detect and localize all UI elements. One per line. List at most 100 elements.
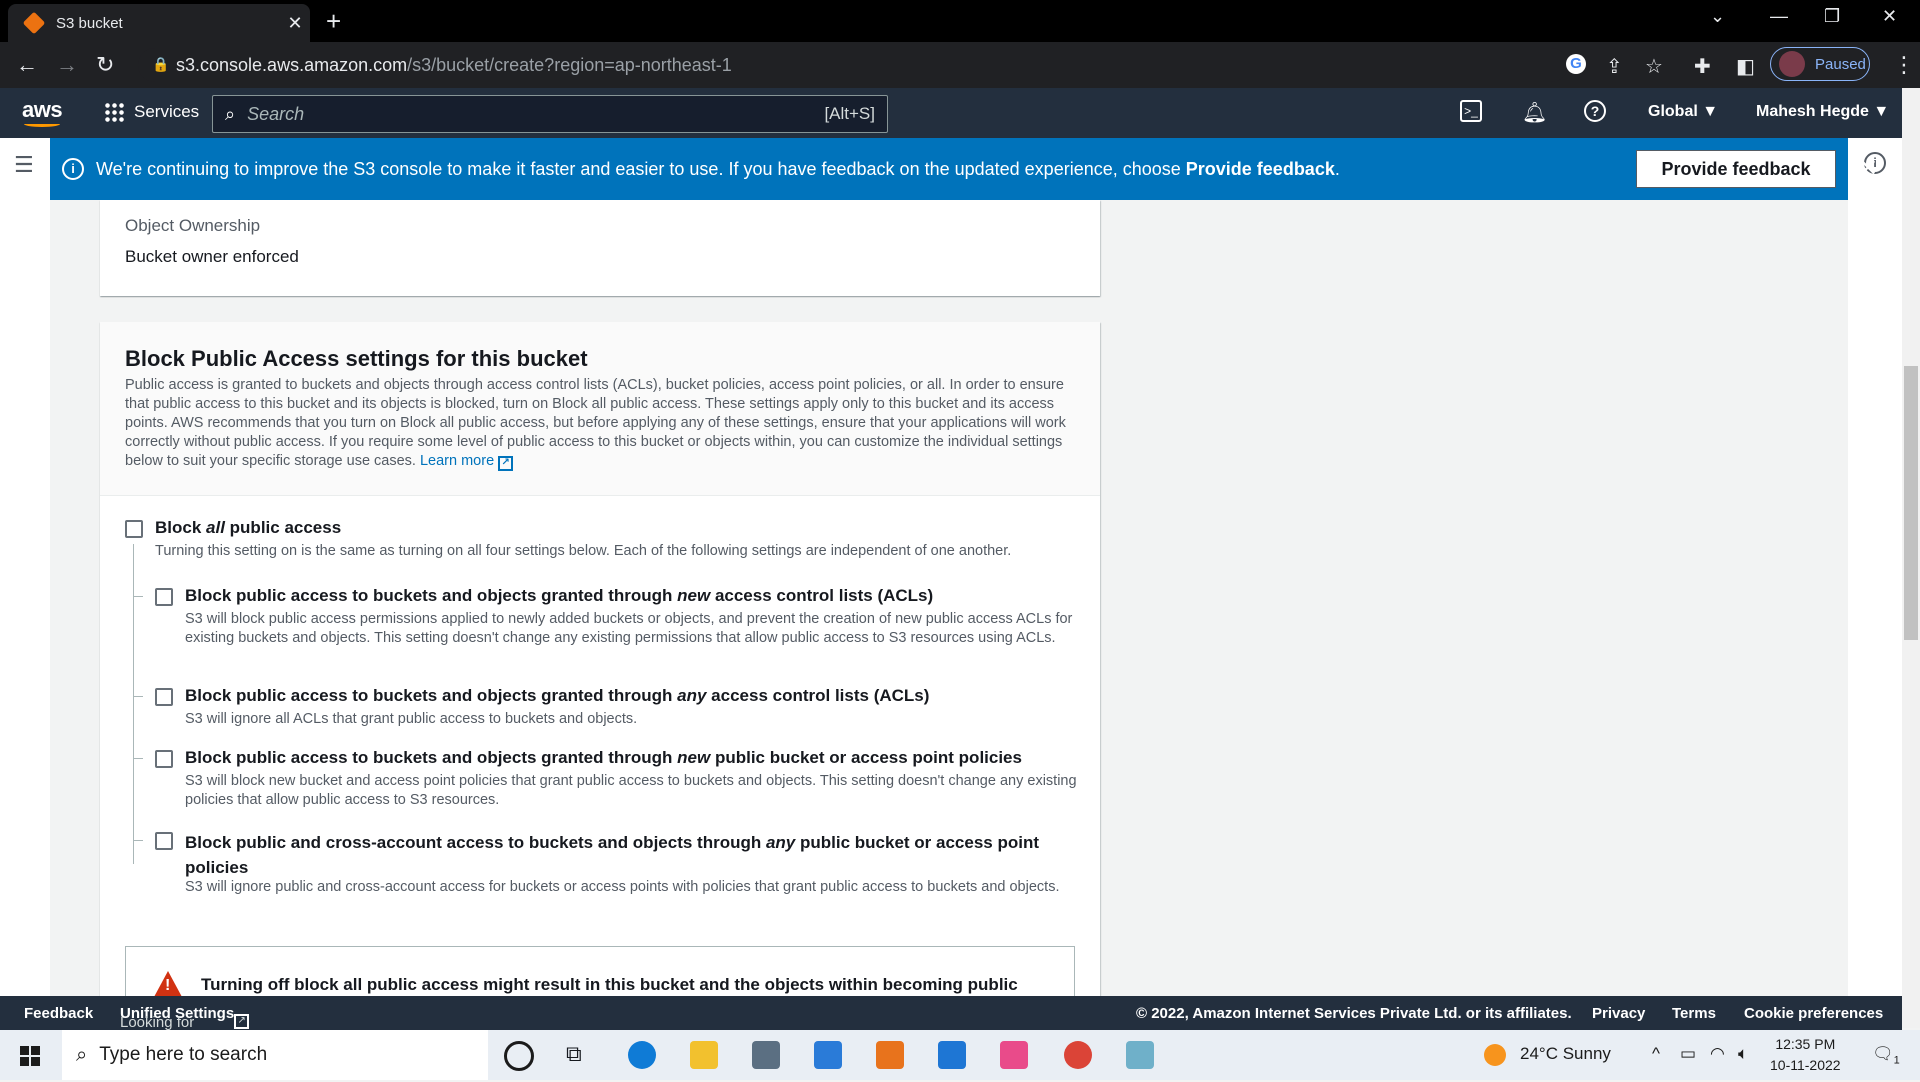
tab-search-chevron-icon[interactable]: ⌄ [1710,6,1725,27]
tree-branch [133,840,143,841]
back-arrow-icon[interactable]: ← [16,52,38,78]
volume-icon[interactable]: 🔈︎ [1738,1044,1748,1064]
app-icon[interactable] [1000,1041,1028,1069]
block-new-acls-checkbox[interactable] [155,588,173,606]
footer-copyright: © 2022, Amazon Internet Services Private… [1136,1005,1572,1022]
block-new-policies-checkbox[interactable] [155,750,173,768]
bpa-header: Block Public Access settings for this bu… [100,322,1100,496]
chrome-menu-icon[interactable]: ⋮ [1893,52,1915,78]
block-all-checkbox[interactable] [125,520,143,538]
tree-branch [133,596,143,597]
close-banner-icon[interactable]: ✕ [1858,154,1878,183]
minimize-icon[interactable]: — [1770,6,1788,27]
url-path: /s3/bucket/create?region=ap-northeast-1 [407,54,732,75]
block-new-acls-description: S3 will block public access permissions … [185,611,1073,646]
region-selector[interactable]: Global ▼ [1648,103,1718,121]
url-host: s3.console.aws.amazon.com [176,54,408,75]
block-any-policies-checkbox[interactable] [155,832,173,850]
clock-date: 10-11-2022 [1770,1057,1841,1073]
hamburger-menu-icon[interactable]: ☰ [14,152,34,178]
help-icon[interactable]: ? [1584,100,1606,122]
scrollbar-thumb[interactable] [1904,366,1918,640]
lock-icon[interactable]: 🔒 [152,56,169,73]
avatar [1779,51,1805,77]
block-public-access-panel: Block Public Access settings for this bu… [100,322,1100,1006]
notifications-bell-icon[interactable]: 🔔︎ [1522,100,1547,125]
battery-icon[interactable]: ▭ [1680,1044,1696,1064]
edge-icon[interactable] [628,1041,656,1069]
camera-icon[interactable] [752,1041,780,1069]
cloudshell-icon[interactable]: >_ [1460,100,1482,122]
block-any-acls-checkbox[interactable] [155,688,173,706]
block-new-policies-title: Block public access to buckets and objec… [185,748,1022,767]
aws-top-nav: aws Services ⌕ Search [Alt+S] >_ 🔔︎ ? Gl… [0,88,1902,138]
footer-language-text: Looking for language selection? Find it … [120,1005,250,1082]
footer-privacy-link[interactable]: Privacy [1592,1005,1645,1022]
aws-logo[interactable]: aws [22,97,63,127]
vlc-icon[interactable] [876,1041,904,1069]
aws-smile-icon [24,121,60,127]
aws-favicon-icon [22,11,46,35]
notifications-icon[interactable]: 🗨︎1 [1872,1044,1900,1066]
extensions-puzzle-icon[interactable]: ✚ [1694,54,1711,79]
restore-icon[interactable]: ❐ [1824,6,1840,27]
wifi-icon[interactable]: ◠ [1710,1044,1725,1064]
provide-feedback-button[interactable]: Provide feedback [1636,150,1836,188]
forward-arrow-icon[interactable]: → [56,52,78,78]
share-icon[interactable]: ⇪ [1606,54,1623,79]
block-any-policies-title: Block public and cross-account access to… [185,833,1039,877]
taskbar-search[interactable]: ⌕ Type here to search [62,1030,488,1080]
search-icon: ⌕ [76,1043,88,1066]
tree-branch [133,758,143,759]
footer-cookie-link[interactable]: Cookie preferences [1744,1005,1883,1022]
chrome-icon[interactable] [1064,1041,1092,1069]
search-icon: ⌕ [225,103,236,124]
right-rail [1848,138,1902,996]
aws-logo-text: aws [22,97,63,122]
account-menu[interactable]: Mahesh Hegde ▼ [1756,103,1889,121]
google-icon[interactable]: G [1566,54,1586,74]
windows-start-icon[interactable] [20,1046,40,1066]
weather-sun-icon[interactable] [1484,1044,1506,1066]
windows-taskbar: ⌕ Type here to search ⧉ 24°C Sunny ^ ▭ ◠… [0,1030,1920,1080]
cortana-icon[interactable] [504,1041,534,1071]
tray-chevron-icon[interactable]: ^ [1652,1044,1660,1064]
file-explorer-icon[interactable] [690,1041,718,1069]
warning-text: Turning off block all public access migh… [201,975,1018,994]
browser-tab[interactable]: S3 bucket ✕ [8,4,310,42]
services-menu[interactable]: Services [104,102,199,122]
notepad-icon[interactable] [1126,1041,1154,1069]
task-view-icon[interactable]: ⧉ [566,1041,594,1069]
side-panel-icon[interactable]: ◧ [1736,54,1755,79]
mail-icon[interactable] [938,1041,966,1069]
block-any-acls-description: S3 will ignore all ACLs that grant publi… [185,711,638,727]
close-tab-icon[interactable]: ✕ [280,13,310,34]
tab-title: S3 bucket [56,14,123,32]
tree-branch [133,696,143,697]
address-bar[interactable]: 🔒 s3.console.aws.amazon.com/s3/bucket/cr… [138,48,1568,82]
browser-tab-bar: S3 bucket ✕ + ⌄ — ❐ ✕ [0,0,1920,42]
left-rail: ☰ [0,138,50,996]
bpa-description: Public access is granted to buckets and … [125,377,1066,471]
warning-icon [154,971,182,997]
banner-message: We're continuing to improve the S3 conso… [96,158,1340,179]
reload-icon[interactable]: ↻ [96,52,114,78]
tree-line [133,544,134,864]
console-footer: Feedback Looking for language selection?… [0,996,1902,1082]
external-link-icon: ↗ [498,456,514,471]
block-all-description: Turning this setting on is the same as t… [155,543,1012,559]
store-icon[interactable] [814,1041,842,1069]
learn-more-link[interactable]: Learn more ↗ [420,453,514,471]
profile-button[interactable]: Paused [1770,47,1870,81]
footer-feedback-link[interactable]: Feedback [24,1005,93,1022]
notification-count: 1 [1893,1054,1900,1067]
close-window-icon[interactable]: ✕ [1882,6,1897,27]
new-tab-icon[interactable]: + [326,6,341,37]
taskbar-clock[interactable]: 12:35 PM 10-11-2022 [1770,1034,1841,1076]
footer-terms-link[interactable]: Terms [1672,1005,1716,1022]
bookmark-star-icon[interactable]: ☆ [1645,54,1663,79]
aws-search-input[interactable]: ⌕ Search [Alt+S] [212,95,888,133]
object-ownership-value: Bucket owner enforced [125,247,299,266]
search-shortcut: [Alt+S] [824,104,875,123]
weather-text[interactable]: 24°C Sunny [1520,1044,1611,1064]
